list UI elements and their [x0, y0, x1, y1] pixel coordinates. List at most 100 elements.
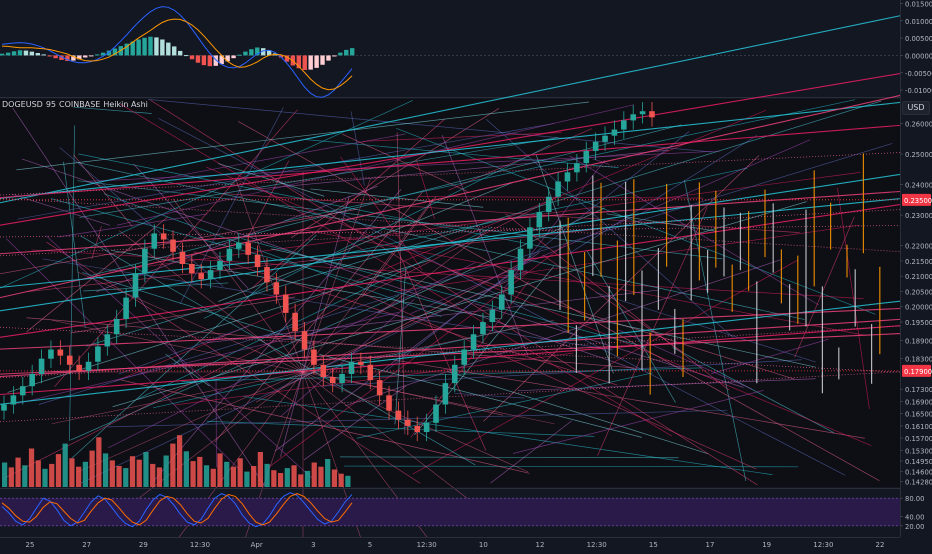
price-axis-tick-label: 0.14950 — [905, 458, 932, 466]
volume-bar — [339, 474, 344, 487]
candle-body — [105, 334, 111, 346]
volume-bar — [29, 449, 34, 488]
macd-histogram-bar — [36, 53, 40, 55]
price-axis-tick-label: 0.17300 — [905, 386, 932, 394]
time-axis-label: 3 — [311, 541, 315, 549]
price-axis-tick-label: 0.14280 — [905, 479, 932, 487]
time-axis-label: 12:30 — [190, 541, 210, 549]
macd-histogram-bar — [172, 46, 176, 55]
candle-body — [330, 377, 336, 383]
macd-histogram-bar — [12, 51, 16, 55]
time-axis[interactable]: 25272912:30Apr3512:30101212:3015171912:3… — [0, 537, 932, 550]
candle-body — [95, 346, 101, 361]
candle-body — [499, 295, 505, 310]
macd-histogram-bar — [350, 48, 354, 55]
price-axis-tick-label: 0.15700 — [905, 435, 932, 443]
macd-histogram-bar — [303, 55, 307, 70]
time-axis-label: 29 — [139, 541, 148, 549]
volume-bar — [49, 464, 54, 487]
candle-body — [537, 212, 543, 227]
macd-histogram-bar — [196, 55, 200, 62]
volume-bar — [36, 460, 41, 487]
candle-body — [189, 264, 195, 273]
candle-body — [133, 273, 139, 297]
candle-body — [161, 233, 167, 239]
macd-axis-tick-label: 0.00500 — [905, 35, 932, 43]
volume-bar — [291, 465, 296, 487]
price-axis-tick-label: 0.18300 — [905, 356, 932, 364]
candle-body — [518, 249, 524, 270]
candle-body — [386, 395, 392, 410]
macd-histogram-bar — [166, 43, 170, 56]
candle-body — [621, 120, 627, 129]
macd-histogram-bar — [6, 53, 10, 56]
candle-body — [123, 298, 129, 319]
candle-body — [39, 359, 45, 374]
stochastic-axis-tick-label: 40.00 — [905, 514, 924, 522]
macd-histogram-bar — [42, 54, 46, 55]
volume-bar — [244, 472, 249, 487]
candle-body — [67, 356, 73, 365]
macd-histogram-bar — [136, 39, 140, 55]
price-axis-tick-label: 0.26000 — [905, 120, 932, 128]
volume-bar — [271, 470, 276, 487]
price-axis-tick-label: 0.15300 — [905, 447, 932, 455]
candle-body — [198, 273, 204, 279]
price-axis-tick-label: 0.21500 — [905, 258, 932, 266]
candle-body — [583, 151, 589, 163]
macd-histogram-bar — [154, 37, 158, 55]
volume-bar — [15, 458, 20, 487]
macd-axis-tick-label: 0.00000 — [905, 52, 932, 60]
candle-body — [170, 240, 176, 252]
candle-body — [490, 310, 496, 322]
candle-body — [255, 255, 261, 267]
time-axis-label: 12:30 — [813, 541, 833, 549]
candle-body — [593, 142, 599, 151]
macd-histogram-bar — [83, 55, 87, 57]
macd-axis-tick-label: -0.00500 — [905, 70, 932, 78]
candle-body — [443, 383, 449, 404]
volume-bar — [285, 468, 290, 487]
macd-histogram-bar — [0, 54, 4, 56]
volume-bar — [278, 473, 283, 487]
candle-body — [367, 365, 373, 380]
chart-canvas[interactable]: 0.015000.010000.005000.00000-0.00500-0.0… — [0, 0, 932, 550]
symbol-name: DOGEUSD — [2, 100, 43, 109]
symbol-legend[interactable]: DOGEUSD95COINBASEHeikin Ashi — [2, 100, 151, 109]
macd-histogram-bar — [326, 55, 330, 60]
macd-histogram-bar — [190, 55, 194, 59]
macd-histogram-bar — [243, 52, 247, 56]
macd-histogram-bar — [332, 55, 336, 56]
volume-bar — [56, 454, 61, 487]
candle-body — [471, 334, 477, 349]
volume-bar — [231, 467, 236, 487]
currency-button[interactable]: USD — [902, 101, 930, 115]
stochastic-axis-tick-label: 80.00 — [905, 495, 924, 503]
volume-bar — [332, 470, 337, 488]
candle-body — [264, 267, 270, 282]
volume-bar — [123, 468, 128, 487]
price-axis-tick-label: 0.22000 — [905, 243, 932, 251]
macd-axis-tick-label: -0.01000 — [905, 87, 932, 95]
macd-histogram-bar — [308, 55, 312, 69]
candle-body — [602, 136, 608, 142]
candle-body — [283, 295, 289, 313]
candle-body — [405, 420, 411, 426]
candle-body — [236, 243, 242, 249]
candle-body — [86, 362, 92, 371]
macd-histogram-bar — [148, 37, 152, 56]
volume-bar — [258, 452, 263, 487]
price-axes[interactable]: 0.015000.010000.005000.00000-0.00500-0.0… — [900, 0, 932, 537]
price-axis-tick-label: 0.25000 — [905, 151, 932, 159]
volume-bar — [42, 469, 47, 487]
time-axis-label: 10 — [479, 541, 488, 549]
price-axis-tick-label: 0.24000 — [905, 182, 932, 190]
candle-body — [292, 313, 298, 331]
candle-body — [151, 233, 157, 248]
candle-body — [11, 395, 17, 404]
candle-body — [208, 270, 214, 279]
price-axis-tick-label: 0.14600 — [905, 469, 932, 477]
candle-body — [48, 350, 54, 359]
volume-bar — [90, 451, 95, 487]
volume-bar — [204, 465, 209, 487]
